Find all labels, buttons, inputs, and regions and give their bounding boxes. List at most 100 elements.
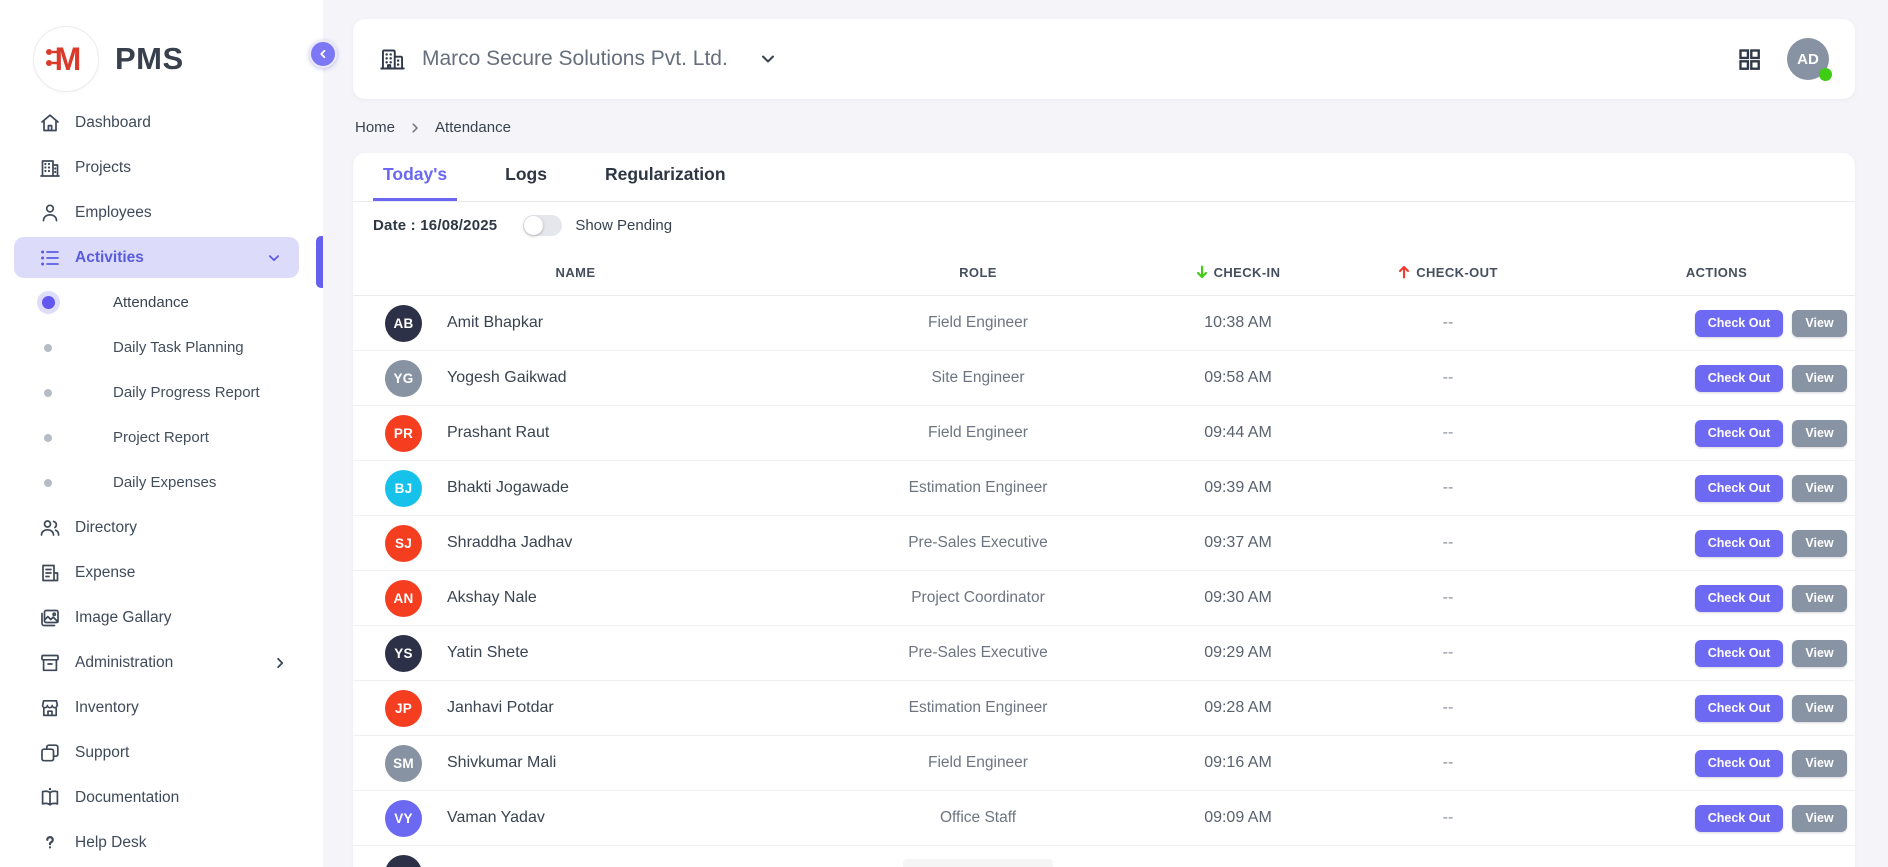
check-out-button[interactable]: Check Out	[1695, 530, 1783, 557]
sidebar-item-expense[interactable]: Expense	[0, 550, 323, 595]
show-pending-label: Show Pending	[575, 217, 672, 234]
employee-name: Akshay Nale	[447, 589, 537, 607]
check-in-time: 09:28 AM	[1158, 699, 1318, 717]
avatar: AN	[385, 580, 422, 617]
check-out-value: --	[1318, 314, 1578, 332]
avatar: YS	[385, 635, 422, 672]
bullet-dot-icon	[42, 296, 55, 309]
check-out-button[interactable]: Check Out	[1695, 365, 1783, 392]
sidebar-item-image-gallary[interactable]: Image Gallary	[0, 595, 323, 640]
company-selector[interactable]: Marco Secure Solutions Pvt. Ltd.	[379, 46, 778, 73]
employee-name: Bhakti Jogawade	[447, 479, 569, 497]
sidebar-subitem-project-report[interactable]: Project Report	[0, 415, 323, 460]
apps-grid-icon[interactable]	[1736, 46, 1763, 73]
employee-name: Prashant Raut	[447, 424, 549, 442]
table-row: AN Akshay Nale Project Coordinator 09:30…	[353, 571, 1855, 626]
sidebar-subitem-attendance[interactable]: Attendance	[0, 280, 323, 325]
tab-regularization[interactable]: Regularization	[595, 164, 736, 201]
sidebar-item-documentation[interactable]: Documentation	[0, 775, 323, 820]
column-actions: ACTIONS	[1578, 265, 1855, 280]
avatar: SM	[385, 745, 422, 782]
sidebar-item-inventory[interactable]: Inventory	[0, 685, 323, 730]
sidebar-subitem-daily-progress-report[interactable]: Daily Progress Report	[0, 370, 323, 415]
check-out-button[interactable]: Check Out	[1695, 420, 1783, 447]
check-out-button[interactable]: Check Out	[1695, 750, 1783, 777]
check-in-time: 09:44 AM	[1158, 424, 1318, 442]
view-button[interactable]: View	[1792, 475, 1847, 502]
employee-name: Yogesh Gaikwad	[447, 369, 567, 387]
view-button[interactable]: View	[1792, 750, 1847, 777]
check-in-time: 09:29 AM	[1158, 644, 1318, 662]
people-icon	[38, 516, 62, 540]
view-button[interactable]: View	[1792, 530, 1847, 557]
sidebar-item-dashboard[interactable]: Dashboard	[0, 100, 323, 145]
sidebar-item-help-desk[interactable]: Help Desk	[0, 820, 323, 865]
table-row: VY Vaman Yadav Office Staff 09:09 AM -- …	[353, 791, 1855, 846]
avatar: BJ	[385, 470, 422, 507]
bullet-dot-icon	[44, 479, 52, 487]
employee-role: Field Engineer	[798, 314, 1158, 332]
date-label: Date : 16/08/2025	[373, 217, 497, 234]
user-avatar[interactable]: AD	[1787, 38, 1829, 80]
column-check-out[interactable]: CHECK-OUT	[1318, 265, 1578, 280]
breadcrumb: Home Attendance	[355, 119, 1855, 136]
table-row: AB Amit Bhapkar Field Engineer 10:38 AM …	[353, 296, 1855, 351]
tab-today-s[interactable]: Today's	[373, 164, 457, 201]
sidebar-item-directory[interactable]: Directory	[0, 505, 323, 550]
sidebar-item-projects[interactable]: Projects	[0, 145, 323, 190]
book-icon	[38, 786, 62, 810]
sidebar-item-employees[interactable]: Employees	[0, 190, 323, 235]
company-name: Marco Secure Solutions Pvt. Ltd.	[422, 47, 728, 71]
view-button[interactable]: View	[1792, 695, 1847, 722]
view-button[interactable]: View	[1792, 365, 1847, 392]
sidebar-item-label: Employees	[75, 204, 152, 222]
sidebar-item-activities[interactable]: Activities	[14, 237, 299, 278]
sidebar-item-label: Directory	[75, 519, 137, 537]
show-pending-toggle[interactable]	[523, 215, 562, 236]
table-row: JP Janhavi Potdar Estimation Engineer 09…	[353, 681, 1855, 736]
receipt-icon	[38, 561, 62, 585]
view-button[interactable]: View	[1792, 310, 1847, 337]
employee-name: Shraddha Jadhav	[447, 534, 572, 552]
check-out-button[interactable]: Check Out	[1695, 695, 1783, 722]
employee-role: Estimation Engineer	[798, 479, 1158, 497]
app-name: PMS	[115, 41, 184, 77]
column-name[interactable]: NAME	[353, 265, 798, 280]
top-header-bar: Marco Secure Solutions Pvt. Ltd. AD	[353, 19, 1855, 99]
sidebar-subitem-daily-expenses[interactable]: Daily Expenses	[0, 460, 323, 505]
main-area: Marco Secure Solutions Pvt. Ltd. AD Home…	[323, 0, 1888, 867]
tab-bar: Today's Logs Regularization	[353, 153, 1855, 202]
sidebar-item-label: Image Gallary	[75, 609, 171, 627]
clipped-role-text	[903, 859, 1053, 867]
breadcrumb-home[interactable]: Home	[355, 119, 395, 136]
employee-role: Project Coordinator	[798, 589, 1158, 607]
check-out-button[interactable]: Check Out	[1695, 585, 1783, 612]
sidebar-subitem-daily-task-planning[interactable]: Daily Task Planning	[0, 325, 323, 370]
employee-role: Field Engineer	[798, 424, 1158, 442]
archive-icon	[38, 651, 62, 675]
sidebar-item-support[interactable]: Support	[0, 730, 323, 775]
employee-role: Estimation Engineer	[798, 699, 1158, 717]
view-button[interactable]: View	[1792, 805, 1847, 832]
view-button[interactable]: View	[1792, 585, 1847, 612]
check-out-button[interactable]: Check Out	[1695, 805, 1783, 832]
sidebar-menu: DashboardProjects Employees ActivitiesAtte…	[0, 100, 323, 865]
sidebar-item-administration[interactable]: Administration	[0, 640, 323, 685]
column-role[interactable]: ROLE	[798, 265, 1158, 280]
column-check-in[interactable]: CHECK-IN	[1158, 265, 1318, 280]
logo-mark-icon: M	[33, 26, 99, 92]
sidebar-subitem-label: Project Report	[113, 429, 209, 446]
view-button[interactable]: View	[1792, 420, 1847, 447]
sidebar-item-label: Help Desk	[75, 834, 147, 852]
tab-logs[interactable]: Logs	[495, 164, 557, 201]
sidebar-collapse-button[interactable]	[309, 40, 337, 68]
employee-role: Pre-Sales Executive	[798, 644, 1158, 662]
question-icon	[38, 831, 62, 855]
check-out-button[interactable]: Check Out	[1695, 640, 1783, 667]
sidebar-item-label: Administration	[75, 654, 173, 672]
check-out-button[interactable]: Check Out	[1695, 475, 1783, 502]
bullet-dot-icon	[44, 434, 52, 442]
check-out-button[interactable]: Check Out	[1695, 310, 1783, 337]
check-in-time: 09:58 AM	[1158, 369, 1318, 387]
view-button[interactable]: View	[1792, 640, 1847, 667]
